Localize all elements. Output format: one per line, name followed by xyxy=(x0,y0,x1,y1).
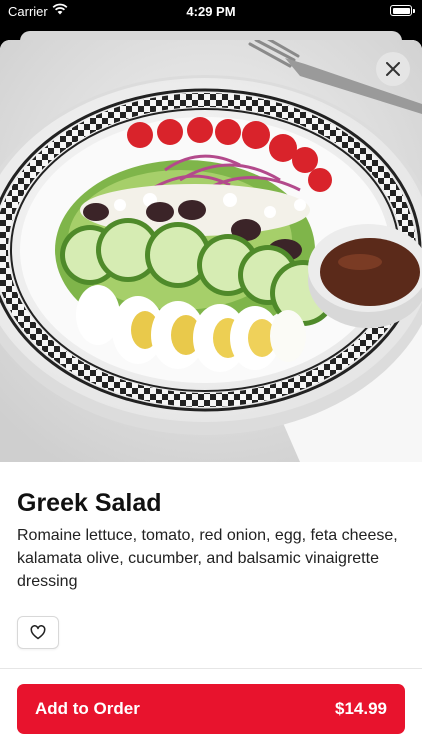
divider xyxy=(0,668,422,669)
item-description: Romaine lettuce, tomato, red onion, egg,… xyxy=(17,527,398,590)
add-to-order-button[interactable]: Add to Order $14.99 xyxy=(17,684,405,734)
item-title: Greek Salad xyxy=(17,489,162,517)
greek-salad-photo-icon xyxy=(0,40,422,462)
item-photo xyxy=(0,40,422,462)
favorite-button[interactable] xyxy=(17,616,59,649)
item-detail-sheet: Greek Salad Romaine lettuce, tomato, red… xyxy=(0,40,422,750)
battery-icon xyxy=(390,5,415,16)
close-button[interactable] xyxy=(376,52,410,86)
clock-time: 4:29 PM xyxy=(186,4,236,19)
item-price: $14.99 xyxy=(335,699,387,718)
heart-icon xyxy=(30,625,46,640)
add-to-order-label: Add to Order xyxy=(35,699,140,718)
close-icon xyxy=(386,62,400,76)
status-bar: Carrier 4:29 PM xyxy=(0,0,422,26)
